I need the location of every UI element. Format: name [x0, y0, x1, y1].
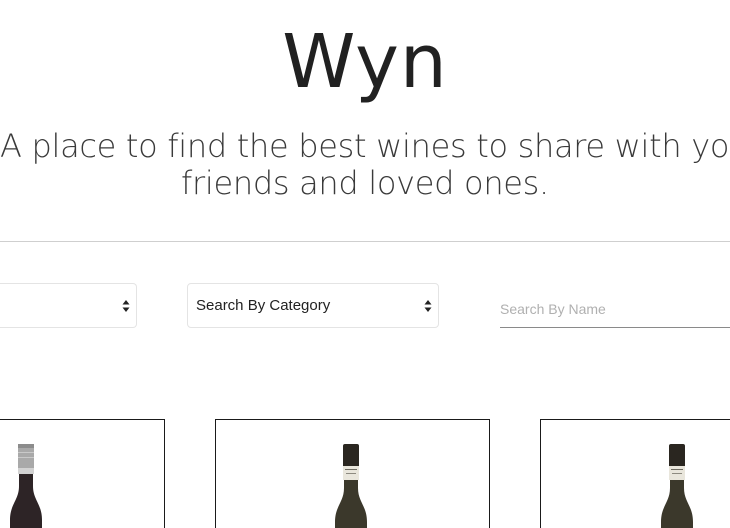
- tagline: A place to find the best wines to share …: [0, 128, 730, 202]
- category-select-value: Search By Category: [196, 297, 331, 314]
- search-by-name: [500, 290, 730, 328]
- category-select[interactable]: Search By Category: [187, 283, 439, 328]
- select-arrows-icon: [122, 300, 130, 312]
- page: Wyn A place to find the best wines to sh…: [0, 0, 730, 528]
- site-title: Wyn: [282, 19, 448, 105]
- wine-bottle-image: [10, 444, 42, 528]
- product-card[interactable]: [0, 419, 165, 528]
- product-card[interactable]: [215, 419, 490, 528]
- tagline-line-1: A place to find the best wines to share …: [0, 127, 730, 165]
- search-input[interactable]: [500, 300, 730, 317]
- tagline-line-2: friends and loved ones.: [181, 164, 549, 202]
- wine-bottle-image: [661, 444, 693, 528]
- header-divider: [0, 241, 730, 242]
- wine-bottle-image: [335, 444, 367, 528]
- select-arrows-icon: [424, 300, 432, 312]
- product-card[interactable]: [540, 419, 730, 528]
- filter-select[interactable]: [0, 283, 137, 328]
